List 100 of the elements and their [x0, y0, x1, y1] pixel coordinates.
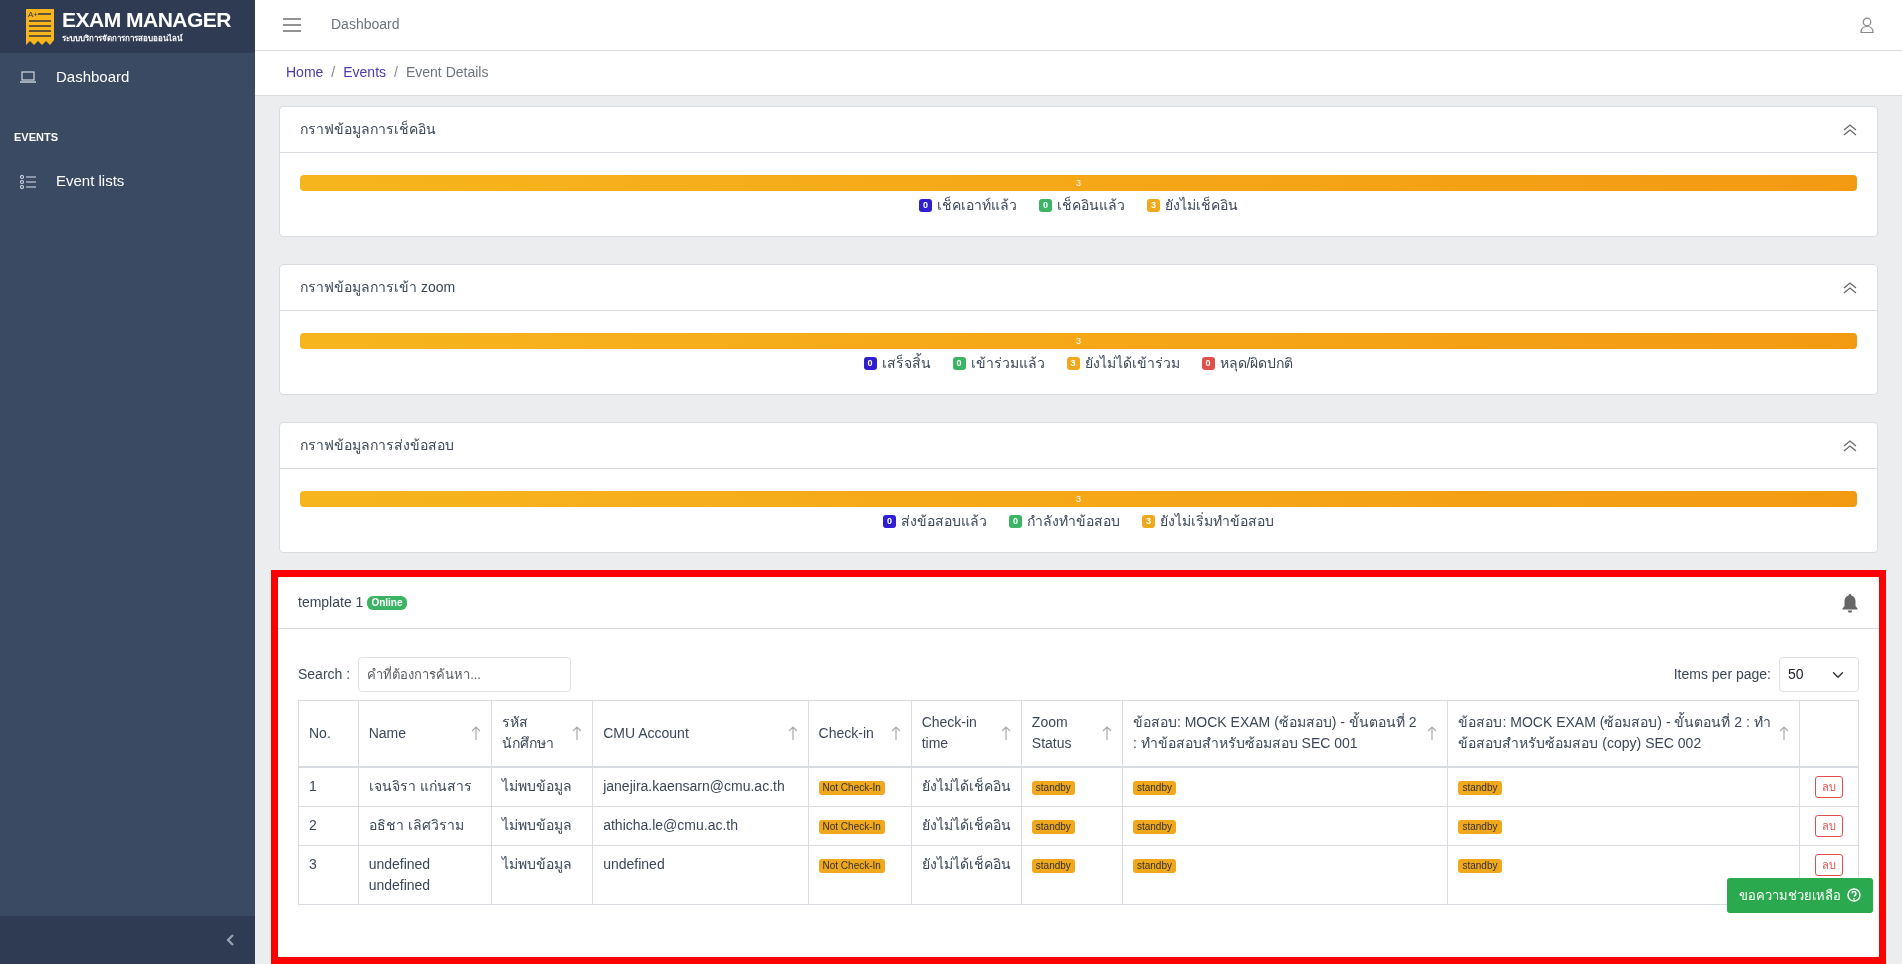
- sort-icon[interactable]: [471, 725, 482, 742]
- laptop-icon: [20, 71, 36, 83]
- column-header: No.: [309, 723, 331, 743]
- table-cell: อธิชา เลิศวิราม: [368, 816, 464, 833]
- delete-button[interactable]: ลบ: [1815, 775, 1844, 798]
- table-cell: เจนจิรา แก่นสาร: [368, 777, 472, 794]
- legend-label: เข้าร่วมแล้ว: [970, 354, 1045, 373]
- table-cell: ยังไม่ได้เช็คอิน: [921, 816, 1011, 833]
- count-badge: 3: [1147, 199, 1160, 212]
- status-tag: standby: [1458, 780, 1502, 795]
- legend-label: หลุด/ผิดปกติ: [1219, 354, 1294, 374]
- table-cell: 3: [309, 855, 317, 872]
- user-icon[interactable]: [1860, 16, 1874, 33]
- legend-label: ส่งข้อสอบแล้ว: [901, 512, 987, 531]
- legend-label: กำลังทำข้อสอบ: [1027, 512, 1120, 531]
- status-tag: standby: [1031, 858, 1075, 873]
- column-header: ข้อสอบ: MOCK EXAM (ซ้อมสอบ) - ขั้นตอนที่ 2 : ทำข้อสอบสำหรับซ้อมสอบ (copy) SEC 002: [1458, 712, 1772, 754]
- items-per-page-select[interactable]: 50: [1779, 657, 1859, 692]
- status-tag: standby: [1132, 780, 1176, 795]
- table-cell: ยังไม่ได้เช็คอิน: [921, 855, 1011, 872]
- breadcrumb-separator: /: [331, 63, 336, 83]
- legend-label: ยังไม่ได้เข้าร่วม: [1084, 354, 1180, 373]
- count-badge: 0: [919, 199, 932, 212]
- status-tag: Not Check-In: [818, 858, 885, 873]
- count-badge: 0: [1039, 199, 1052, 212]
- sort-icon[interactable]: [787, 725, 798, 742]
- breadcrumb-separator: /: [394, 63, 398, 83]
- table-cell: athicha.le@cmu.ac.th: [603, 816, 739, 833]
- column-header: รหัสนักศึกษา: [502, 713, 556, 754]
- collapse-icon[interactable]: [1843, 439, 1857, 452]
- status-tag: Not Check-In: [818, 819, 885, 834]
- progress-fill: 3: [300, 333, 1857, 349]
- table-cell: undefined undefined: [368, 855, 431, 893]
- table-cell: janejira.kaensarn@cmu.ac.th: [603, 777, 785, 794]
- status-badge: Online: [367, 595, 407, 610]
- sort-icon[interactable]: [1427, 725, 1438, 742]
- legend-label: ยังไม่เช็คอิน: [1165, 195, 1238, 215]
- count-badge: 0: [952, 357, 966, 370]
- breadcrumb-current: Event Details: [405, 63, 489, 83]
- help-icon: [1847, 888, 1861, 903]
- sort-icon[interactable]: [1000, 725, 1011, 742]
- logo-title: EXAM MANAGER: [62, 8, 231, 32]
- list-icon: [20, 174, 36, 189]
- table-cell: ไม่พบข้อมูล: [502, 777, 573, 794]
- card-title: กราฟข้อมูลการส่งข้อสอบ: [300, 436, 454, 456]
- collapse-icon[interactable]: [1843, 123, 1857, 136]
- search-label: Search :: [298, 665, 351, 684]
- card-title: template 1: [298, 593, 364, 612]
- status-tag: standby: [1458, 858, 1502, 873]
- logo-icon: A+: [24, 7, 56, 46]
- table-cell: ไม่พบข้อมูล: [502, 855, 573, 872]
- page-title: Dashboard: [331, 15, 400, 35]
- table-cell: 1: [309, 777, 317, 794]
- status-tag: standby: [1458, 819, 1502, 834]
- items-per-page-label: Items per page:: [1673, 665, 1771, 684]
- count-badge: 0: [863, 357, 877, 370]
- table-cell: ไม่พบข้อมูล: [502, 816, 573, 833]
- collapse-icon[interactable]: [1843, 281, 1857, 294]
- sidebar-item[interactable]: Event lists: [0, 157, 255, 206]
- status-tag: standby: [1132, 858, 1176, 873]
- menu-icon[interactable]: [283, 17, 301, 32]
- legend-label: ยังไม่เริ่มทำข้อสอบ: [1160, 511, 1274, 531]
- progress-fill: 3: [300, 491, 1857, 507]
- sort-icon[interactable]: [1101, 725, 1112, 742]
- column-header: Check-in: [818, 723, 874, 743]
- count-badge: 0: [883, 515, 896, 528]
- logo-subtitle: ระบบบริการจัดการการสอบออนไลน์: [62, 33, 184, 45]
- count-badge: 0: [1201, 357, 1215, 370]
- count-badge: 3: [1142, 515, 1155, 528]
- breadcrumb-link[interactable]: Events: [343, 62, 387, 84]
- sort-icon[interactable]: [1779, 725, 1790, 742]
- count-badge: 0: [1009, 515, 1022, 528]
- legend-label: เช็คเอาท์แล้ว: [937, 195, 1017, 215]
- sort-icon[interactable]: [572, 725, 583, 742]
- sidebar-item[interactable]: Dashboard: [0, 53, 255, 101]
- delete-button[interactable]: ลบ: [1815, 814, 1844, 837]
- bell-icon[interactable]: [1841, 592, 1859, 613]
- collapse-icon[interactable]: [225, 933, 235, 947]
- column-header: Zoom Status: [1031, 713, 1073, 754]
- breadcrumb-link[interactable]: Home: [286, 62, 324, 84]
- status-tag: standby: [1031, 819, 1075, 834]
- column-header: Check-in time: [921, 713, 978, 754]
- progress-fill: 3: [300, 175, 1857, 191]
- status-tag: standby: [1031, 780, 1075, 795]
- delete-button[interactable]: ลบ: [1815, 853, 1844, 876]
- table-cell: undefined: [603, 855, 665, 872]
- status-tag: standby: [1132, 819, 1176, 834]
- search-field[interactable]: คำที่ต้องการค้นหา...: [358, 657, 572, 692]
- table-cell: 2: [309, 816, 317, 833]
- sort-icon[interactable]: [890, 725, 901, 742]
- count-badge: 3: [1066, 357, 1080, 370]
- column-header: ข้อสอบ: MOCK EXAM (ซ้อมสอบ) - ขั้นตอนที่ 2 : ทำข้อสอบสำหรับซ้อมสอบ SEC 001: [1132, 712, 1418, 754]
- sidebar-heading: EVENTS: [13, 130, 59, 145]
- status-tag: Not Check-In: [818, 780, 885, 795]
- card-title: กราฟข้อมูลการเข้า zoom: [300, 278, 456, 298]
- column-header: CMU Account: [603, 723, 689, 743]
- table-cell: ยังไม่ได้เช็คอิน: [921, 777, 1011, 794]
- legend-label: เช็คอินแล้ว: [1057, 195, 1125, 215]
- column-header: Name: [368, 723, 406, 743]
- card-title: กราฟข้อมูลการเช็คอิน: [300, 119, 436, 140]
